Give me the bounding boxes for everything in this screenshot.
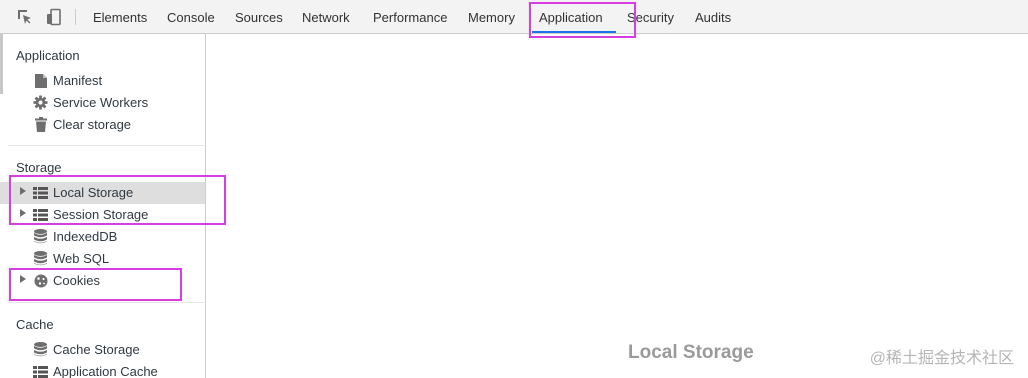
sidebar-item-manifest[interactable]: Manifest [0,70,205,92]
sidebar-item-cookies[interactable]: Cookies [0,270,205,292]
device-toolbar-icon[interactable] [44,7,64,27]
trash-icon [33,117,48,132]
sidebar-item-label: Session Storage [53,207,149,222]
sidebar-item-cache-storage[interactable]: Cache Storage [0,339,205,361]
sidebar-item-clear-storage[interactable]: Clear storage [0,114,205,136]
section-title-cache: Cache [16,317,54,332]
section-title-storage: Storage [16,160,62,175]
toolbar-separator [75,9,76,25]
sidebar-item-label: Web SQL [53,251,110,266]
tab-application[interactable]: Application [539,0,603,34]
sidebar-item-label: Cookies [53,273,100,288]
sidebar-scrollbar[interactable] [0,34,3,94]
watermark-text: @稀土掘金技术社区 [869,350,1014,367]
expand-arrow-icon[interactable] [20,187,26,195]
section-title-application: Application [16,48,80,63]
tab-audits[interactable]: Audits [695,0,731,34]
main-content-pane [206,34,1028,378]
expand-arrow-icon[interactable] [20,275,26,283]
tab-console[interactable]: Console [167,0,215,34]
sidebar-item-local-storage[interactable]: Local Storage [0,182,205,204]
sidebar-item-indexeddb[interactable]: IndexedDB [0,226,205,248]
sidebar-item-label: IndexedDB [53,229,118,244]
section-divider [8,145,204,146]
gear-icon [33,95,48,110]
devtools-toolbar: Elements Console Sources Network Perform… [0,0,1028,34]
table-grid-icon [33,364,48,378]
sidebar-item-label: Manifest [53,73,103,88]
tab-sources[interactable]: Sources [235,0,283,34]
sidebar-item-label: Local Storage [53,185,134,200]
tab-elements[interactable]: Elements [93,0,147,34]
table-grid-icon [33,185,48,200]
database-icon [33,342,48,357]
inspect-element-icon[interactable] [15,7,35,27]
sidebar-item-session-storage[interactable]: Session Storage [0,204,205,226]
tab-security[interactable]: Security [627,0,674,34]
sidebar-item-application-cache[interactable]: Application Cache [0,361,205,378]
database-icon [33,251,48,266]
sidebar-item-service-workers[interactable]: Service Workers [0,92,205,114]
active-tab-indicator [532,31,616,33]
sidebar-item-label: Cache Storage [53,342,140,357]
pane-title: Local Storage [628,342,754,363]
sidebar-item-web-sql[interactable]: Web SQL [0,248,205,270]
cookie-icon [33,273,48,288]
tab-memory[interactable]: Memory [468,0,515,34]
application-sidebar: Application Manifest Service Workers Cle… [0,34,206,378]
table-grid-icon [33,207,48,222]
document-icon [33,73,48,88]
section-divider [8,302,204,303]
expand-arrow-icon[interactable] [20,209,26,217]
tab-network[interactable]: Network [302,0,350,34]
sidebar-item-label: Clear storage [53,117,132,132]
sidebar-item-label: Service Workers [53,95,149,110]
tab-performance[interactable]: Performance [373,0,447,34]
sidebar-item-label: Application Cache [53,364,158,378]
database-icon [33,229,48,244]
